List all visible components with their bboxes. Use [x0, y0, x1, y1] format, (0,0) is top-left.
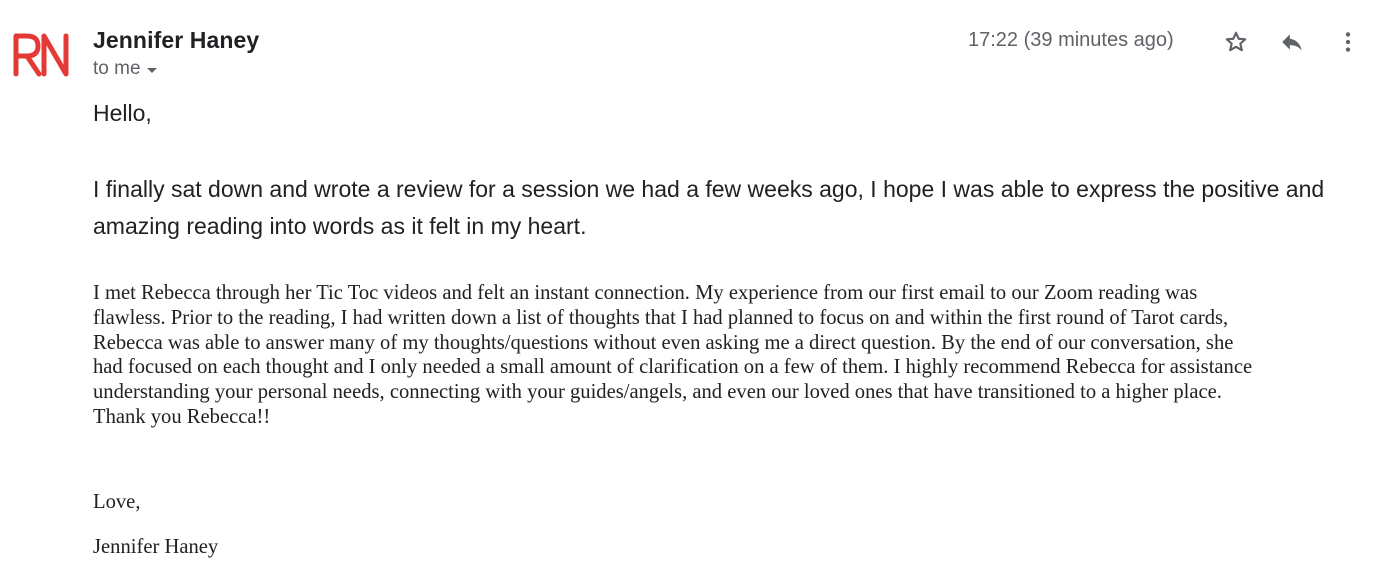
review-line: flawless. Prior to the reading, I had wr… — [93, 306, 1229, 329]
review-line: Rebecca was able to answer many of my th… — [93, 331, 1234, 354]
more-vert-icon — [1345, 32, 1351, 52]
star-icon — [1225, 31, 1247, 52]
email-greeting: Hello, — [93, 100, 152, 126]
more-options-button[interactable] — [1333, 27, 1363, 57]
email-intro: I finally sat down and wrote a review fo… — [93, 176, 1325, 239]
review-text: I met Rebecca through her Tic Toc videos… — [93, 281, 1368, 430]
review-line: had focused on each thought and I only n… — [93, 356, 1253, 379]
reply-icon — [1282, 34, 1302, 51]
review-line: understanding your personal needs, conne… — [93, 381, 1222, 404]
email-signoff: Love, — [93, 491, 141, 513]
review-line: Thank you Rebecca!! — [93, 405, 271, 428]
email-signature: Jennifer Haney — [93, 536, 219, 558]
review-line: I met Rebecca through her Tic Toc videos… — [93, 282, 1198, 304]
timestamp: 17:22 (39 minutes ago) — [968, 29, 1174, 51]
reply-button[interactable] — [1277, 27, 1307, 57]
recipient-dropdown[interactable]: to me — [93, 58, 157, 80]
recipient-label: to me — [93, 58, 141, 79]
caret-down-icon — [146, 67, 157, 73]
rn-logo-icon — [12, 30, 72, 78]
sender-name: Jennifer Haney — [93, 27, 260, 53]
star-button[interactable] — [1221, 27, 1251, 57]
